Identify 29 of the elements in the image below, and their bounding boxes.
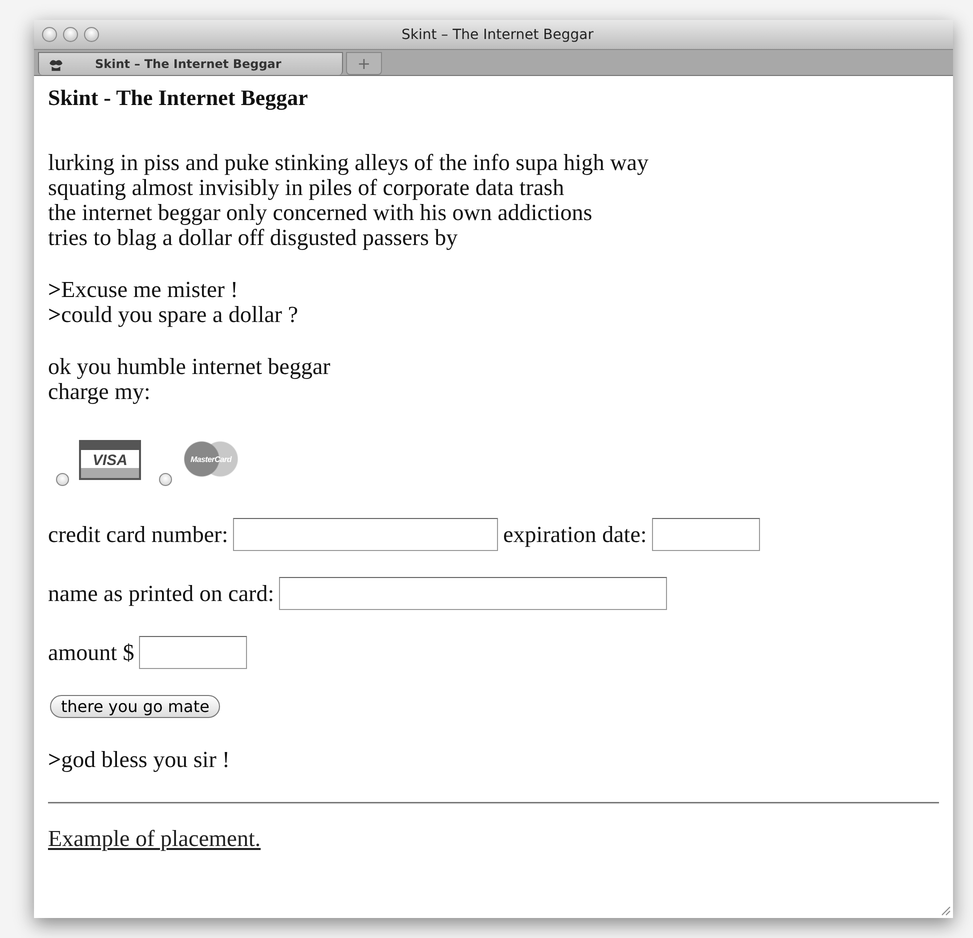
page-heading: Skint - The Internet Beggar [48, 84, 309, 112]
radio-button[interactable] [159, 473, 172, 486]
poem-line: lurking in piss and puke stinking alleys of the info supa high way [48, 150, 650, 175]
reply-line: charge my: [48, 379, 152, 404]
browser-tab[interactable]: Skint – The Internet Beggar [38, 52, 343, 75]
zoom-button[interactable] [84, 27, 99, 42]
plea-line: >Excuse me mister ! [48, 277, 240, 302]
field-label: name as printed on card: [48, 580, 274, 606]
poem-line: tries to blag a dollar off disgusted passers by [48, 225, 459, 250]
window-title: Skint – The Internet Beggar [400, 26, 594, 42]
radio-button[interactable] [56, 473, 69, 486]
submit-button[interactable]: there you go mate [50, 695, 220, 718]
reply-line: ok you humble internet beggar [48, 354, 332, 379]
close-button[interactable] [42, 27, 57, 42]
poem-line: the internet beggar only concerned with his own addictions [48, 200, 594, 225]
plea-line: >could you spare a dollar ? [48, 302, 300, 327]
visa-logo: VISA [79, 440, 141, 480]
input-field[interactable] [279, 577, 668, 610]
minimize-button[interactable] [63, 27, 78, 42]
blessing-text: >god bless you sir ! [48, 746, 231, 774]
field-label: expiration date: [503, 522, 647, 548]
placement-link[interactable]: Example of placement. [48, 826, 261, 851]
resize-grip-icon [939, 904, 951, 916]
input-field[interactable] [652, 518, 760, 551]
input-field[interactable] [139, 636, 248, 669]
field-label: credit card number: [48, 522, 228, 548]
input-field[interactable] [233, 518, 498, 551]
poem-line: squating almost invisibly in piles of corporate data trash [48, 175, 566, 200]
field-label: amount $ [48, 640, 134, 666]
